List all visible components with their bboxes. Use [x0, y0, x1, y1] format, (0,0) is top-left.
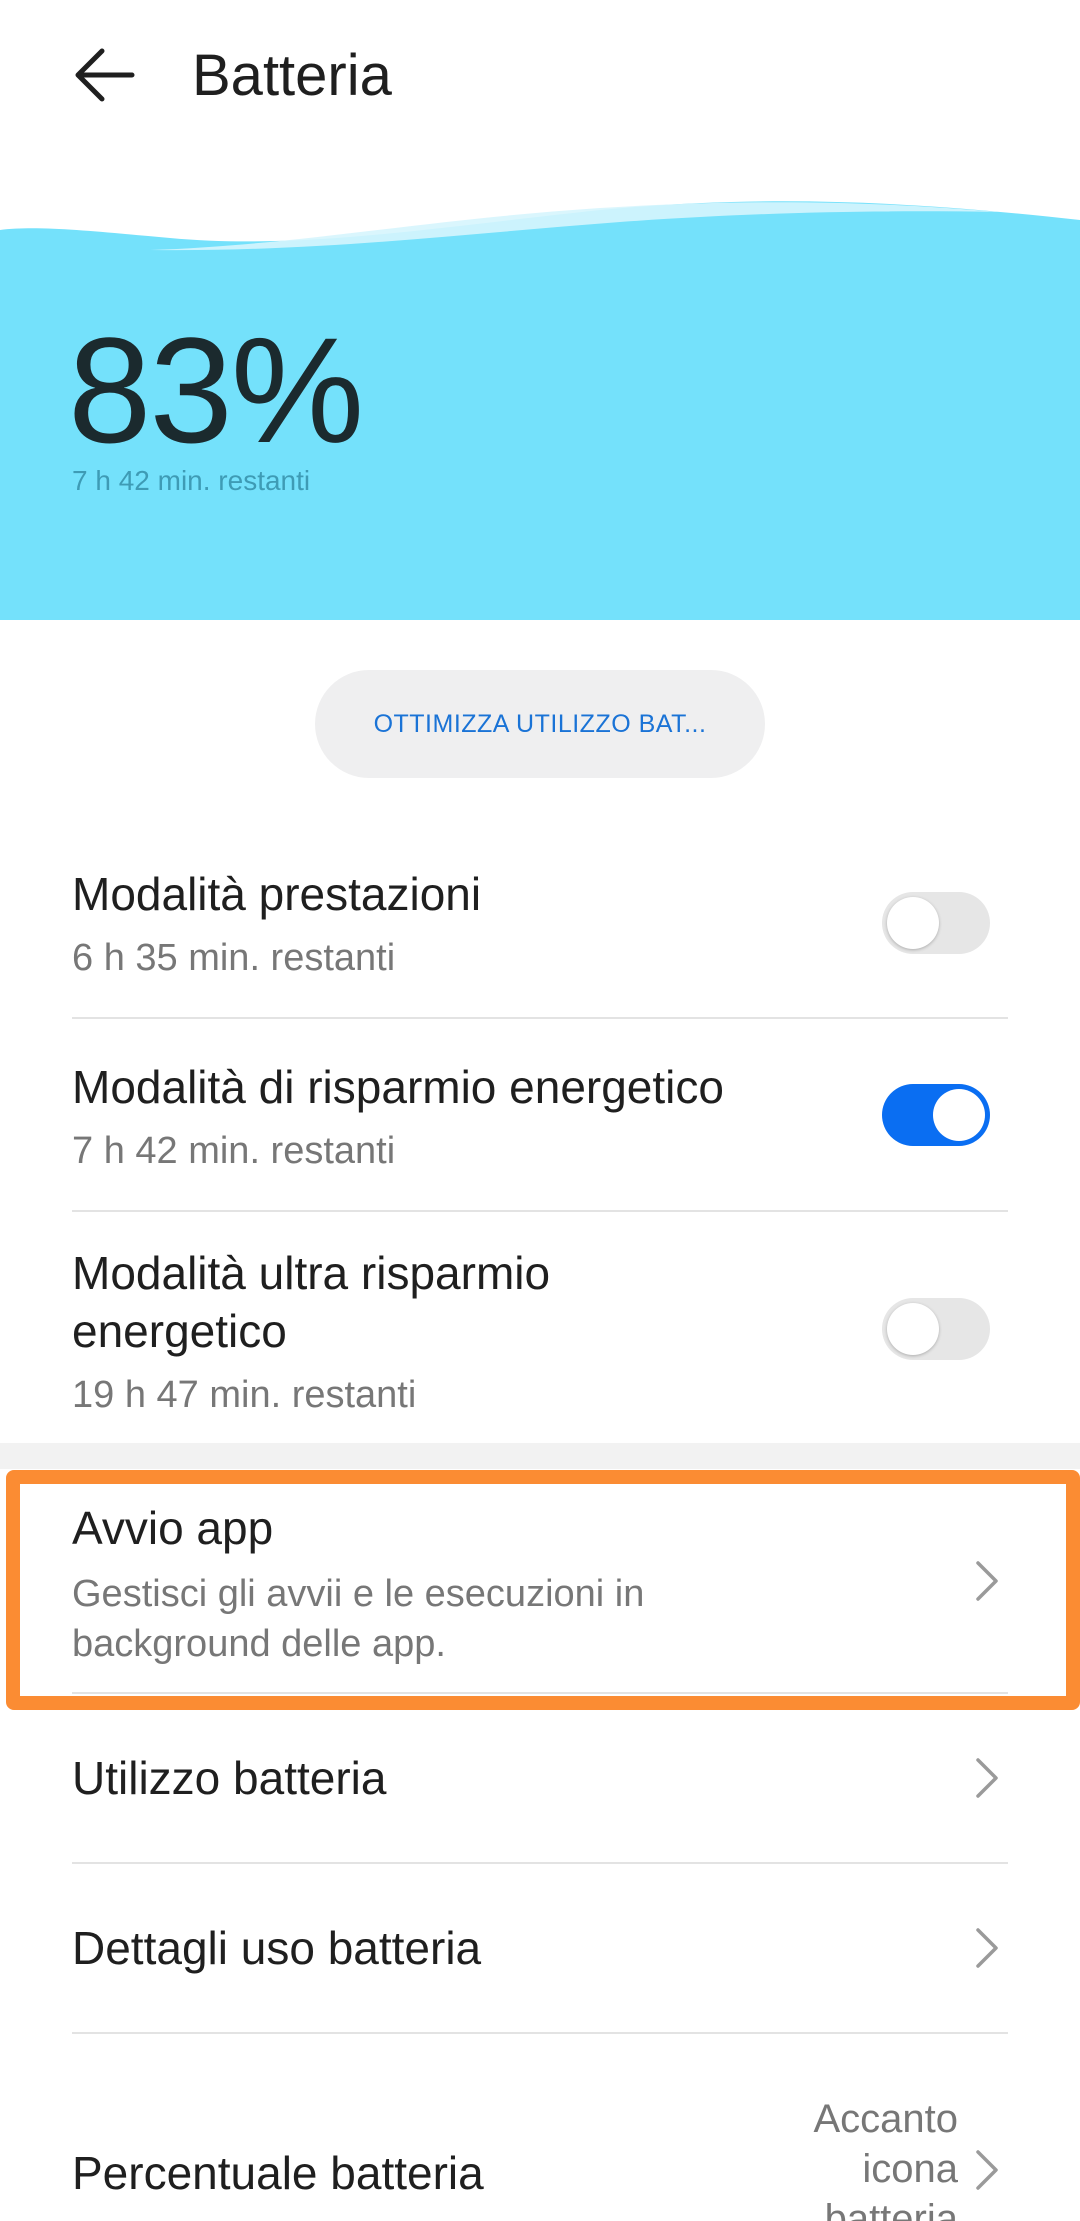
power-saving-mode-subtitle: 7 h 42 min. restanti: [72, 1130, 396, 1172]
battery-percentage-row[interactable]: Percentuale batteria Accanto icona batte…: [0, 2034, 1080, 2221]
app-bar: Batteria: [0, 0, 1080, 160]
battery-percentage-value-line1: Accanto: [813, 2097, 958, 2141]
battery-details-row[interactable]: Dettagli uso batteria: [0, 1864, 1080, 2032]
arrow-left-icon: [75, 48, 135, 102]
app-launch-row[interactable]: Avvio app Gestisci gli avvii e le esecuz…: [0, 1469, 1080, 1694]
divider: [72, 1210, 1008, 1212]
battery-settings-screen: Batteria 83% 7 h 42 min. restanti OTTIMI…: [0, 0, 1080, 2221]
power-saving-mode-row[interactable]: Modalità di risparmio energetico 7 h 42 …: [0, 1048, 1080, 1210]
toggle-knob: [887, 897, 939, 949]
chevron-right-icon: [968, 1556, 1008, 1606]
divider: [72, 1017, 1008, 1019]
chevron-right-icon: [968, 1753, 1008, 1803]
performance-mode-row[interactable]: Modalità prestazioni 6 h 35 min. restant…: [0, 855, 1080, 1020]
ultra-power-saving-mode-row[interactable]: Modalità ultra risparmio energetico 19 h…: [0, 1238, 1080, 1438]
battery-percentage-value-line2: icona: [862, 2147, 958, 2191]
performance-mode-subtitle: 6 h 35 min. restanti: [72, 937, 396, 979]
battery-percentage-value-line3: batteria: [824, 2197, 958, 2221]
battery-percentage: 83%: [68, 306, 364, 474]
toggle-knob: [887, 1303, 939, 1355]
battery-usage-row[interactable]: Utilizzo batteria: [0, 1694, 1080, 1862]
ultra-power-saving-mode-subtitle: 19 h 47 min. restanti: [72, 1374, 417, 1416]
chevron-right-icon: [968, 1923, 1008, 1973]
ultra-power-saving-mode-title-line1: Modalità ultra risparmio: [72, 1247, 551, 1299]
power-saving-mode-title: Modalità di risparmio energetico: [72, 1061, 724, 1113]
optimize-battery-button[interactable]: OTTIMIZZA UTILIZZO BAT...: [315, 670, 765, 778]
performance-mode-toggle[interactable]: [882, 892, 990, 954]
ultra-power-saving-mode-title-line2: energetico: [72, 1305, 287, 1357]
app-launch-subtitle-line2: background delle app.: [72, 1623, 446, 1665]
chevron-right-icon: [968, 2145, 1008, 2195]
wave-decoration: [0, 195, 1080, 251]
battery-usage-title: Utilizzo batteria: [72, 1752, 387, 1804]
app-launch-subtitle-line1: Gestisci gli avvii e le esecuzioni in: [72, 1573, 645, 1615]
battery-remaining-time: 7 h 42 min. restanti: [72, 465, 311, 496]
power-saving-mode-toggle[interactable]: [882, 1084, 990, 1146]
battery-percentage-title: Percentuale batteria: [72, 2147, 484, 2199]
section-separator: [0, 1443, 1080, 1469]
battery-details-title: Dettagli uso batteria: [72, 1922, 482, 1974]
battery-level-panel: 83% 7 h 42 min. restanti: [0, 195, 1080, 620]
back-button[interactable]: [60, 30, 150, 120]
app-launch-title: Avvio app: [72, 1502, 274, 1554]
page-title: Batteria: [192, 43, 392, 108]
performance-mode-title: Modalità prestazioni: [72, 868, 482, 920]
ultra-power-saving-mode-toggle[interactable]: [882, 1298, 990, 1360]
toggle-knob: [933, 1089, 985, 1141]
